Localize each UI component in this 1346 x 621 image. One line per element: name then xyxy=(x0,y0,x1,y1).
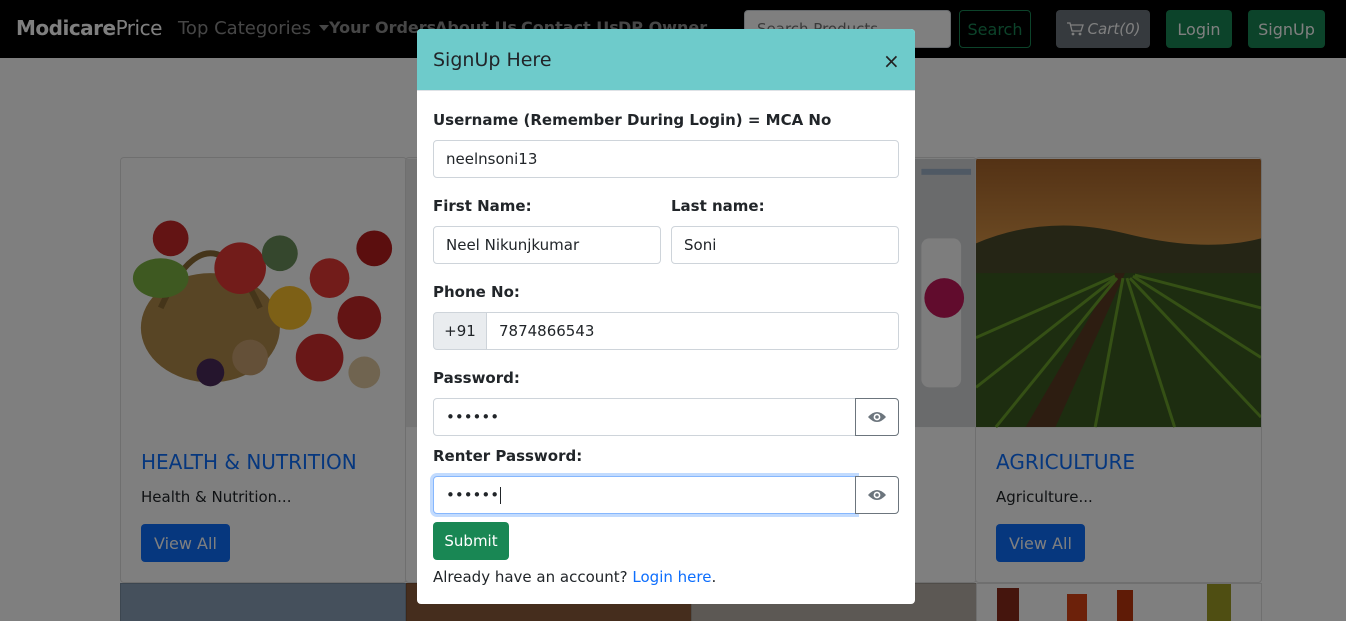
eye-icon xyxy=(868,412,886,422)
renter-password-input[interactable]: •••••• xyxy=(433,476,856,514)
last-name-label: Last name: xyxy=(671,197,765,215)
already-account-text: Already have an account? Login here. xyxy=(433,568,717,586)
phone-label: Phone No: xyxy=(433,283,520,301)
renter-password-value: •••••• xyxy=(446,486,500,504)
last-name-input[interactable]: Soni xyxy=(671,226,899,264)
password-label: Password: xyxy=(433,369,520,387)
first-name-label: First Name: xyxy=(433,197,532,215)
password-input[interactable]: •••••• xyxy=(433,398,856,436)
submit-button[interactable]: Submit xyxy=(433,522,509,560)
first-name-input[interactable]: Neel Nikunjkumar xyxy=(433,226,661,264)
toggle-renter-password-button[interactable] xyxy=(855,476,899,514)
modal-header: SignUp Here × xyxy=(417,29,915,91)
toggle-password-button[interactable] xyxy=(855,398,899,436)
modal-title: SignUp Here xyxy=(433,49,552,71)
text-cursor xyxy=(500,486,502,504)
phone-prefix: +91 xyxy=(433,312,487,350)
login-here-link[interactable]: Login here xyxy=(632,568,711,586)
renter-password-label: Renter Password: xyxy=(433,447,583,465)
username-input[interactable]: neelnsoni13 xyxy=(433,140,899,178)
eye-icon xyxy=(868,490,886,500)
close-icon[interactable]: × xyxy=(883,49,900,73)
signup-modal: SignUp Here × Username (Remember During … xyxy=(417,29,915,604)
username-label: Username (Remember During Login) = MCA N… xyxy=(433,111,832,129)
phone-input[interactable]: 7874866543 xyxy=(486,312,899,350)
